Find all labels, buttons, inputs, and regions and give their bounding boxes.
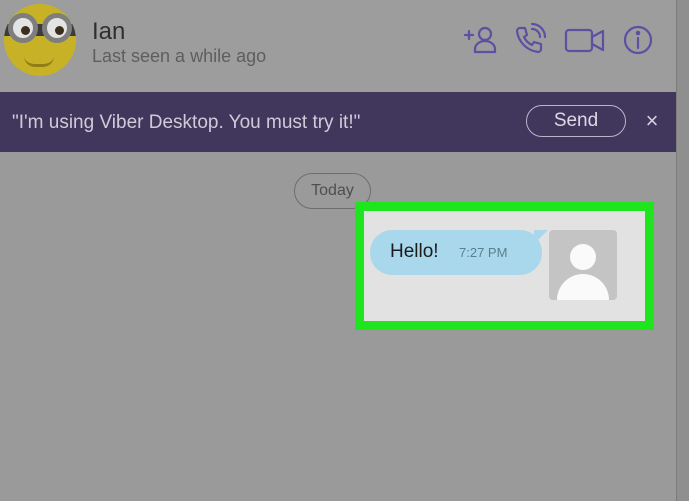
avatar-left-eye xyxy=(8,13,38,43)
info-icon[interactable] xyxy=(620,22,656,58)
avatar-right-eye xyxy=(42,13,72,43)
contact-name[interactable]: Ian xyxy=(92,18,125,46)
scrollbar-track[interactable] xyxy=(676,0,689,501)
avatar-body xyxy=(557,274,609,300)
contact-avatar[interactable] xyxy=(4,4,76,76)
send-button[interactable]: Send xyxy=(526,105,626,137)
invite-message: "I'm using Viber Desktop. You must try i… xyxy=(12,112,361,133)
avatar-head xyxy=(570,244,596,270)
message-bubble-tail xyxy=(534,230,548,244)
avatar-mouth xyxy=(24,56,54,67)
video-icon[interactable] xyxy=(563,22,607,58)
close-icon[interactable]: × xyxy=(640,106,664,136)
invite-banner: "I'm using Viber Desktop. You must try i… xyxy=(0,92,676,152)
user-avatar[interactable] xyxy=(549,230,617,300)
message-time: 7:27 PM xyxy=(459,245,508,260)
message-text: Hello! xyxy=(390,241,439,262)
contact-last-seen: Last seen a while ago xyxy=(92,46,267,66)
add-participant-icon[interactable] xyxy=(462,22,498,58)
message-bubble[interactable]: Hello! 7:27 PM xyxy=(370,230,542,275)
chat-header: Ian Last seen a while ago xyxy=(0,0,676,92)
phone-icon[interactable] xyxy=(511,22,547,58)
